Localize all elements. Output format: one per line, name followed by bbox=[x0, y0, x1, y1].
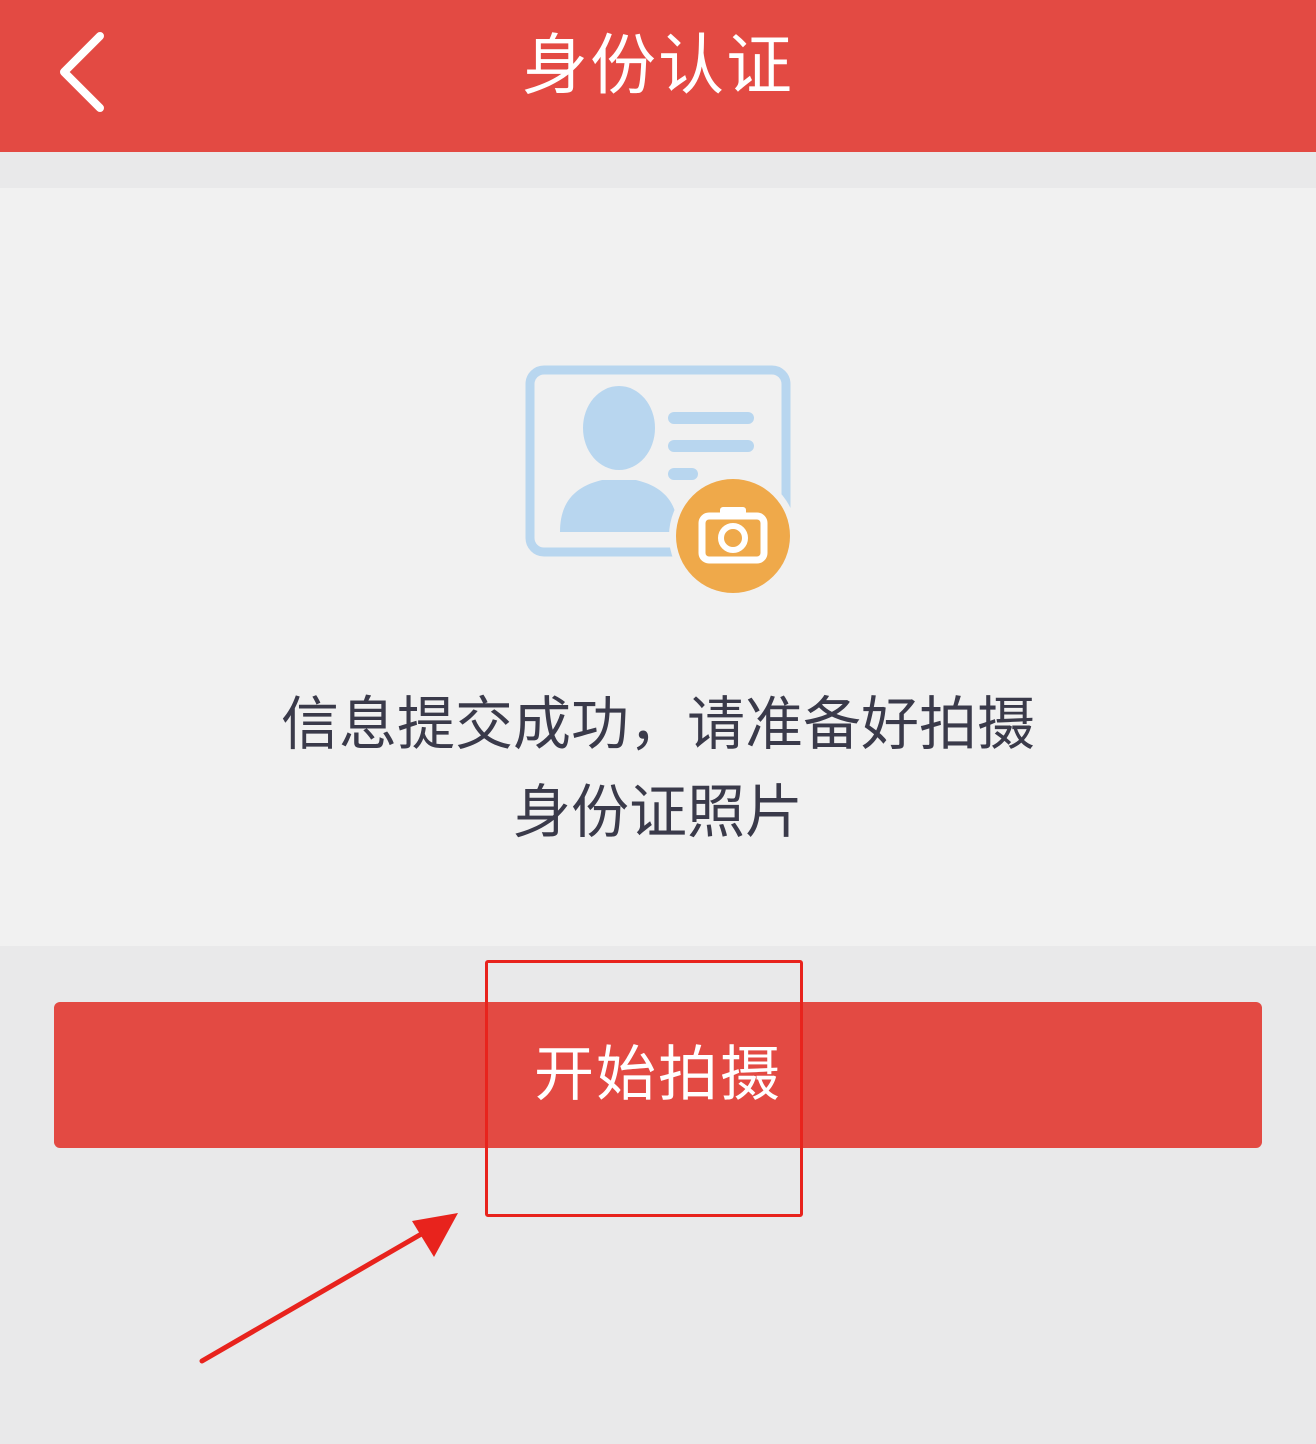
instruction-message: 信息提交成功，请准备好拍摄 身份证照片 bbox=[0, 680, 1316, 856]
top-nav-bar: 身份认证 bbox=[0, 0, 1316, 152]
start-capture-button[interactable]: 开始拍摄 bbox=[54, 1002, 1262, 1148]
page-title: 身份认证 bbox=[522, 27, 794, 104]
id-card-camera-icon bbox=[525, 365, 797, 600]
instruction-line-2: 身份证照片 bbox=[512, 778, 803, 846]
annotation-arrow-icon bbox=[199, 1213, 458, 1364]
instruction-line-1: 信息提交成功，请准备好拍摄 bbox=[280, 690, 1035, 758]
